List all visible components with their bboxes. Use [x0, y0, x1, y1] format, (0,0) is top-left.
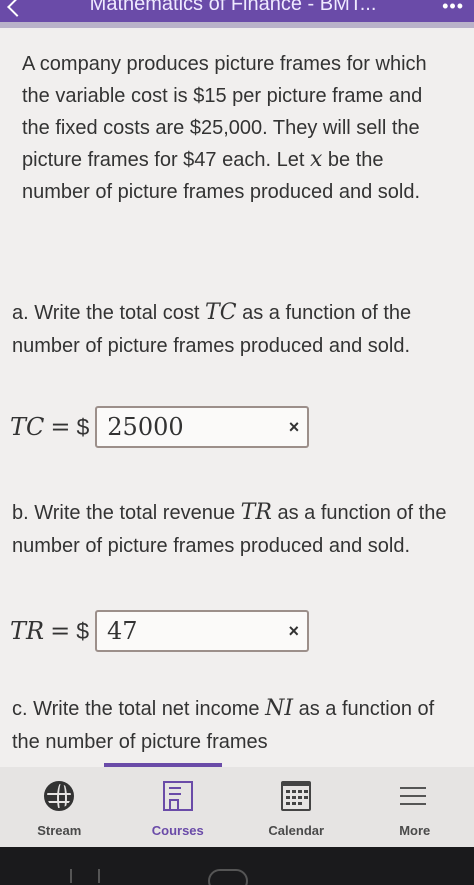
tc-equals: = — [50, 413, 71, 441]
system-nav-bar — [0, 847, 474, 885]
nav-stream-label: Stream — [37, 823, 82, 838]
menu-icon — [399, 781, 430, 811]
tr-input[interactable]: 47 × — [94, 610, 309, 652]
home-icon[interactable] — [208, 869, 248, 885]
tc-var: TC — [10, 413, 45, 441]
tr-var: TR — [10, 617, 45, 645]
course-title: Mathematics of Finance - BMT... — [89, 0, 377, 15]
part-b-math: TR — [240, 500, 272, 525]
bottom-nav: Stream Courses Calendar More — [0, 767, 474, 847]
part-a-math: TC — [205, 300, 237, 325]
tr-currency: $ — [76, 618, 89, 644]
part-a-text: a. Write the total cost — [12, 302, 206, 324]
problem-statement: A company produces picture frames for wh… — [22, 48, 454, 208]
tc-answer-row: TC = $ 25000 × — [10, 406, 310, 448]
tr-label: TR = $ — [10, 617, 89, 645]
part-c-text: c. Write the total net income — [12, 698, 266, 720]
clear-icon[interactable]: × — [288, 621, 299, 642]
nav-more-label: More — [399, 823, 431, 838]
nav-calendar-label: Calendar — [268, 823, 325, 838]
tr-input-value: 47 — [106, 617, 138, 645]
tc-input[interactable]: 25000 × — [95, 406, 310, 448]
tc-input-value: 25000 — [107, 413, 184, 441]
part-a-prompt: a. Write the total cost TC as a function… — [12, 296, 452, 363]
var-x: x — [309, 147, 323, 172]
course-book-icon — [162, 781, 193, 811]
globe-icon — [44, 781, 75, 811]
nav-stream[interactable]: Stream — [9, 781, 109, 838]
tr-answer-row: TR = $ 47 × — [10, 610, 309, 652]
nav-calendar[interactable]: Calendar — [246, 781, 346, 838]
tc-currency: $ — [76, 414, 90, 440]
part-b-text: b. Write the total revenue — [12, 502, 241, 524]
part-c-math: NI — [265, 696, 294, 721]
tc-label: TC = $ — [10, 413, 89, 441]
top-bar: Mathematics of Finance - BMT... ••• — [0, 0, 474, 22]
nav-courses-label: Courses — [151, 823, 204, 838]
tr-equals: = — [50, 617, 71, 645]
recent-apps-icon[interactable] — [70, 869, 100, 883]
clear-icon[interactable]: × — [289, 417, 300, 438]
more-options-icon[interactable]: ••• — [442, 0, 464, 17]
question-card: A company produces picture frames for wh… — [0, 22, 474, 767]
part-b-prompt: b. Write the total revenue TR as a funct… — [12, 496, 452, 563]
nav-courses[interactable]: Courses — [128, 781, 228, 838]
nav-more[interactable]: More — [365, 781, 465, 838]
calendar-icon — [281, 781, 312, 811]
part-c-prompt: c. Write the total net income NI as a fu… — [12, 692, 452, 759]
